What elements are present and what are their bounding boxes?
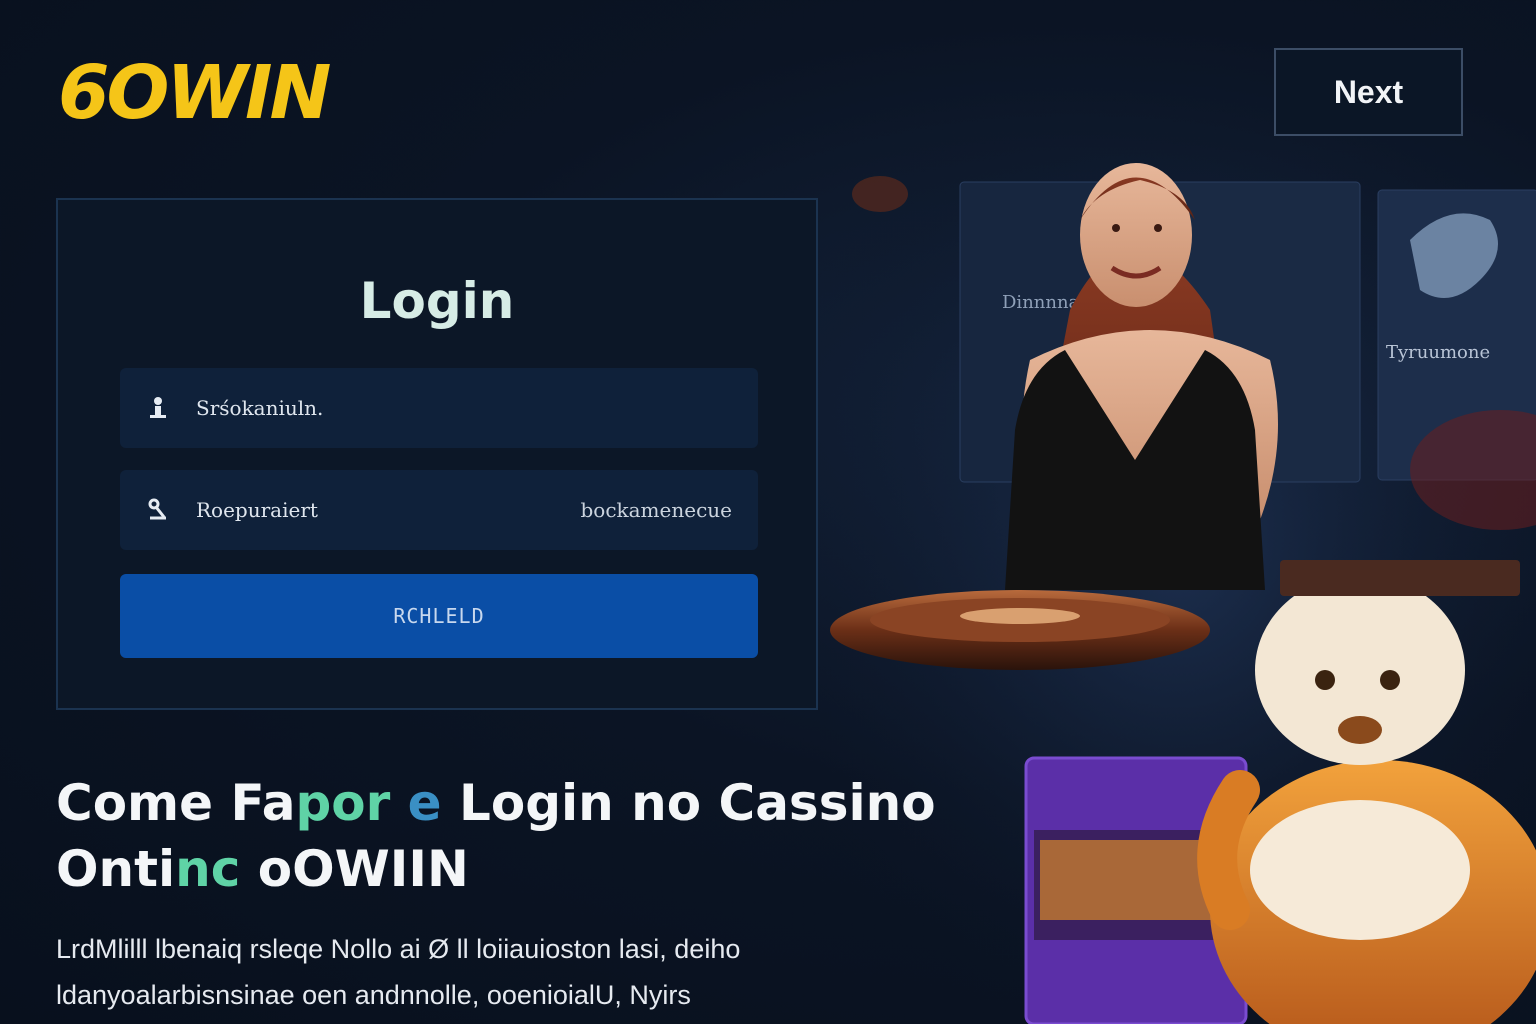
page-headline: Come Fapor e Login no Cassino Ontinc oOW… bbox=[56, 770, 956, 902]
password-field[interactable]: Roepuraiert bockamenecue bbox=[120, 470, 758, 550]
login-title: Login bbox=[359, 272, 515, 330]
headline-text-3: Login no Cassino bbox=[441, 774, 936, 832]
forgot-password-link[interactable]: bockamenecue bbox=[580, 498, 732, 522]
user-icon bbox=[146, 396, 170, 420]
login-submit-button[interactable]: RCHLELD bbox=[120, 574, 758, 658]
intro-line-2: ldanyoalarbisnsinae oen andnnolle, ooeni… bbox=[56, 980, 691, 1010]
key-icon bbox=[146, 498, 170, 522]
login-panel: Login Srśokaniuln. Roepuraiert bockamene… bbox=[56, 198, 818, 710]
game-card-2-label: Tyruumone bbox=[1386, 342, 1490, 363]
password-value: Roepuraiert bbox=[196, 498, 318, 522]
username-field[interactable]: Srśokaniuln. bbox=[120, 368, 758, 448]
headline-accent-3: nc bbox=[175, 840, 241, 898]
headline-text-2 bbox=[390, 774, 407, 832]
headline-accent-1: por bbox=[295, 774, 391, 832]
headline-text-5: oOWIIN bbox=[240, 840, 469, 898]
username-value: Srśokaniuln. bbox=[196, 396, 324, 420]
brand-logo[interactable]: 6OWIN bbox=[58, 56, 331, 130]
headline-text-4: Onti bbox=[56, 840, 176, 898]
intro-line-1: LrdMlilll lbenaiq rsleqe Nollo ai Ø ll l… bbox=[56, 934, 741, 964]
intro-paragraph: LrdMlilll lbenaiq rsleqe Nollo ai Ø ll l… bbox=[56, 926, 956, 1018]
headline-accent-2: e bbox=[407, 774, 442, 832]
next-button[interactable]: Next bbox=[1274, 48, 1463, 136]
headline-text-1: Come Fa bbox=[56, 774, 296, 832]
